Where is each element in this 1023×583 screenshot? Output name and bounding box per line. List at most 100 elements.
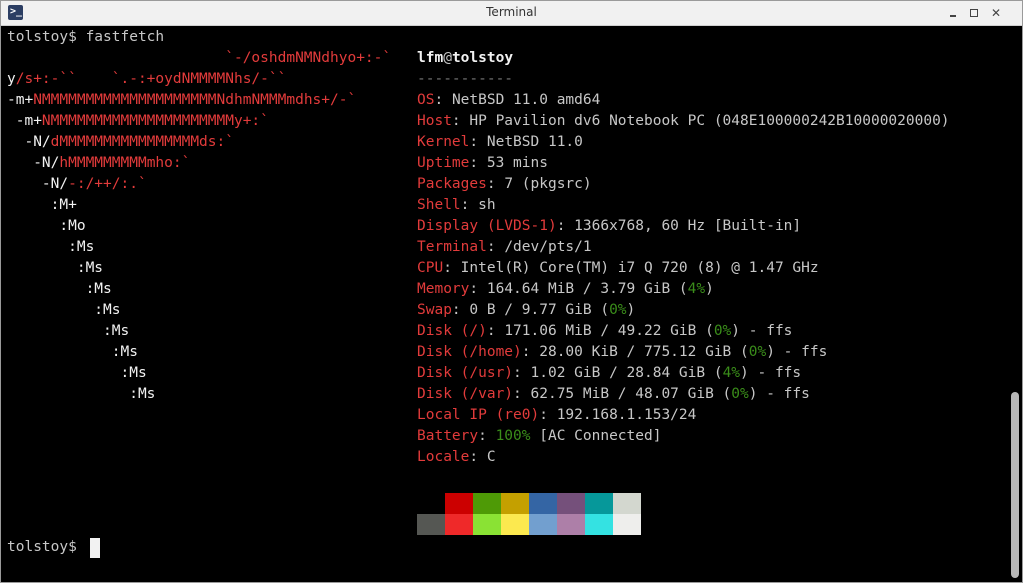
info-line: CPU: Intel(R) Core(TM) i7 Q 720 (8) @ 1.… — [417, 258, 819, 279]
info-line: Local IP (re0): 192.168.1.153/24 — [417, 405, 696, 426]
info-value: ) - ffs — [731, 323, 793, 339]
color-swatch — [473, 493, 501, 514]
info-colon: : — [539, 407, 557, 423]
info-percent: 100% — [495, 428, 531, 444]
text-cursor — [90, 538, 100, 558]
info-percent: 0% — [748, 344, 767, 360]
info-key: Disk (/var) — [417, 386, 514, 402]
title-bar[interactable]: >_ Terminal ✕ — [1, 1, 1022, 26]
info-value: 28.00 KiB / 775.12 GiB ( — [539, 344, 749, 360]
info-line: Memory: 164.64 MiB / 3.79 GiB (4%) — [417, 279, 714, 300]
minimize-icon[interactable] — [944, 4, 962, 22]
info-colon: : — [451, 113, 470, 129]
color-swatch — [501, 514, 529, 535]
info-line: Battery: 100% [AC Connected] — [417, 426, 661, 447]
info-key: Battery — [417, 428, 479, 444]
info-key: Disk (/usr) — [417, 365, 514, 381]
logo-segment-white: -m+ — [7, 92, 34, 108]
logo-segment-red: NMMMMMMMMMMMMMMMMMMMMNdhmNMMMmdhs+/-` — [33, 92, 357, 108]
color-swatch — [417, 493, 445, 514]
info-value: ) - ffs — [748, 386, 810, 402]
info-colon: : — [521, 344, 540, 360]
info-colon: : — [451, 302, 470, 318]
terminal-window: >_ Terminal ✕ tolstoy$ fastfetch `-/oshd… — [0, 0, 1023, 583]
info-line: Disk (/var): 62.75 MiB / 48.07 GiB (0%) … — [417, 384, 810, 405]
color-swatch — [445, 514, 473, 535]
info-colon: : — [486, 323, 505, 339]
logo-line: :Ms — [7, 321, 129, 342]
terminal-output[interactable]: tolstoy$ fastfetch `-/oshdmNMNdhyo+:-` y/… — [1, 26, 1022, 582]
color-swatch — [529, 514, 557, 535]
info-colon: : — [486, 239, 505, 255]
info-separator: ----------- — [417, 71, 514, 87]
info-key: Disk (/) — [417, 323, 487, 339]
info-key: Swap — [417, 302, 452, 318]
logo-line: -N/hMMMMMMMMMmho:` — [7, 153, 190, 174]
logo-segment-white: :Ms — [7, 386, 156, 402]
info-key: Packages — [417, 176, 487, 192]
info-colon: : — [469, 155, 487, 171]
logo-line: :Mo — [7, 216, 86, 237]
info-line: Shell: sh — [417, 195, 496, 216]
maximize-icon[interactable] — [965, 4, 983, 22]
logo-segment-white: -N/ — [7, 155, 60, 171]
logo-segment-red: hMMMMMMMMMmho:` — [59, 155, 191, 171]
info-value: HP Pavilion dv6 Notebook PC (048E1000002… — [469, 113, 950, 129]
info-line: Kernel: NetBSD 11.0 — [417, 132, 583, 153]
info-value: NetBSD 11.0 — [486, 134, 583, 150]
info-line: Disk (/usr): 1.02 GiB / 28.84 GiB (4%) -… — [417, 363, 801, 384]
info-line: Terminal: /dev/pts/1 — [417, 237, 592, 258]
logo-segment-red: dMMMMMMMMMMMMMMMMds:` — [50, 134, 234, 150]
info-host: tolstoy — [451, 50, 514, 66]
logo-line: -m+NMMMMMMMMMMMMMMMMMMMMMy+:` — [7, 111, 269, 132]
info-value: ) — [705, 281, 714, 297]
info-line: Uptime: 53 mins — [417, 153, 548, 174]
info-key: Memory — [417, 281, 470, 297]
logo-segment-white: -N/ — [7, 134, 51, 150]
info-colon: : — [460, 197, 479, 213]
color-swatch — [585, 514, 613, 535]
info-key: Locale — [417, 449, 470, 465]
logo-segment-white: :Ms — [7, 323, 130, 339]
info-colon: : — [478, 428, 496, 444]
logo-segment-white: :Ms — [7, 302, 121, 318]
info-value: 192.168.1.153/24 — [556, 407, 697, 423]
info-percent: 4% — [687, 281, 706, 297]
info-value: 171.06 MiB / 49.22 GiB ( — [504, 323, 714, 339]
logo-segment-white: -N/ — [7, 176, 69, 192]
info-value: sh — [478, 197, 496, 213]
info-colon: : — [469, 134, 487, 150]
logo-segment-white: :M+ — [7, 197, 77, 213]
close-icon[interactable]: ✕ — [987, 4, 1005, 22]
info-key: Local IP (re0) — [417, 407, 540, 423]
logo-line: `-/oshdmNMNdhyo+:-` — [7, 48, 391, 69]
logo-line: :Ms — [7, 237, 94, 258]
logo-line: :M+ — [7, 195, 77, 216]
info-line: Host: HP Pavilion dv6 Notebook PC (048E1… — [417, 111, 950, 132]
logo-segment-white: :Ms — [7, 365, 147, 381]
info-value: NetBSD 11.0 amd64 — [451, 92, 601, 108]
logo-segment-red: `-/oshdmNMNdhyo+:-` — [7, 50, 392, 66]
logo-line: -N/-:/++/:.` — [7, 174, 147, 195]
logo-line: :Ms — [7, 258, 103, 279]
info-value: 1.02 GiB / 28.84 GiB ( — [530, 365, 723, 381]
info-value: ) - ffs — [740, 365, 802, 381]
info-line: Locale: C — [417, 447, 496, 468]
scrollbar[interactable] — [1009, 26, 1022, 582]
color-swatch — [445, 493, 473, 514]
logo-segment-white: :Ms — [7, 344, 138, 360]
logo-segment-white: :Ms — [7, 260, 104, 276]
logo-segment-white: :Mo — [7, 218, 86, 234]
logo-line: :Ms — [7, 279, 112, 300]
info-key: Uptime — [417, 155, 470, 171]
scrollbar-thumb[interactable] — [1011, 392, 1019, 578]
color-swatch — [585, 493, 613, 514]
logo-segment-white: :Ms — [7, 239, 95, 255]
info-colon: : — [486, 176, 505, 192]
color-swatch — [557, 493, 585, 514]
info-key: Display (LVDS-1) — [417, 218, 557, 234]
info-user: lfm — [417, 50, 444, 66]
info-key: Shell — [417, 197, 461, 213]
info-line: Display (LVDS-1): 1366x768, 60 Hz [Built… — [417, 216, 801, 237]
logo-line: y/s+:-`` `.-:+oydNMMMMNhs/-`` — [7, 69, 286, 90]
